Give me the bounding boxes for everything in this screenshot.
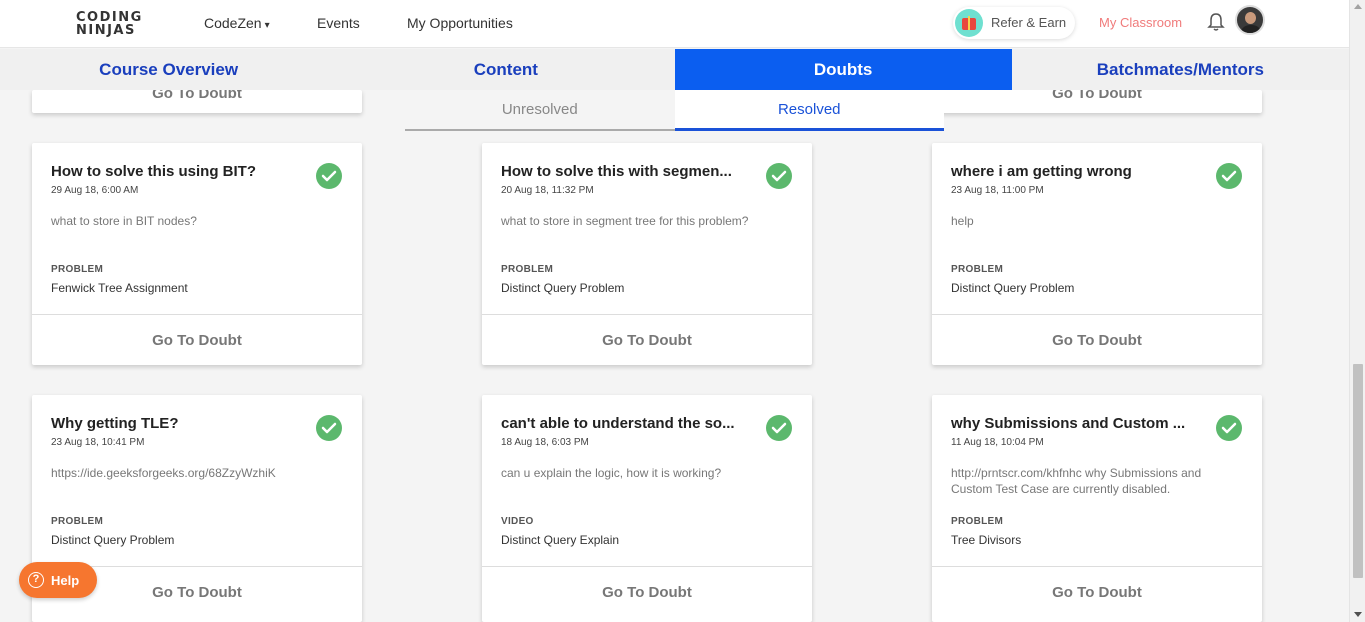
doubt-source-name[interactable]: Tree Divisors [951, 533, 1021, 547]
page-scrollbar[interactable] [1349, 0, 1365, 622]
tab-content[interactable]: Content [337, 49, 674, 90]
doubt-date: 29 Aug 18, 6:00 AM [51, 185, 139, 196]
doubt-date: 23 Aug 18, 10:41 PM [51, 437, 145, 448]
doubt-source-name[interactable]: Distinct Query Problem [51, 533, 174, 547]
resolved-check-icon [1216, 163, 1242, 189]
go-to-doubt-button[interactable]: Go To Doubt [932, 315, 1262, 365]
tab-doubts[interactable]: Doubts [674, 49, 1012, 90]
doubt-source-type: PROBLEM [951, 516, 1004, 527]
doubt-description: help [951, 214, 974, 228]
doubt-source-type: PROBLEM [51, 516, 104, 527]
doubt-source-name[interactable]: Fenwick Tree Assignment [51, 281, 188, 295]
doubt-card: where i am getting wrong 23 Aug 18, 11:0… [932, 143, 1262, 365]
doubt-title[interactable]: How to solve this using BIT? [51, 163, 313, 180]
doubt-description: what to store in BIT nodes? [51, 214, 197, 228]
doubt-title[interactable]: where i am getting wrong [951, 163, 1213, 180]
resolved-check-icon [1216, 415, 1242, 441]
go-to-doubt-button[interactable]: Go To Doubt [482, 315, 812, 365]
help-button[interactable]: ? Help [19, 562, 97, 598]
course-tabbar: Course Overview Content Doubts Batchmate… [0, 49, 1349, 90]
resolved-check-icon [766, 163, 792, 189]
top-navbar: CODING NINJAS CodeZen ▾ Events My Opportu… [0, 0, 1349, 48]
chevron-down-icon: ▾ [264, 20, 270, 31]
tab-batchmates-mentors[interactable]: Batchmates/Mentors [1012, 49, 1349, 90]
doubt-date: 11 Aug 18, 10:04 PM [951, 437, 1044, 448]
doubt-description[interactable]: http://prntscr.com/khfnhc why Submission… [951, 465, 1243, 497]
doubt-card-partial: Go To Doubt [32, 85, 362, 113]
refer-earn-button[interactable]: Refer & Earn [953, 7, 1075, 39]
doubt-source-name[interactable]: Distinct Query Explain [501, 533, 619, 547]
nav-events[interactable]: Events [317, 15, 360, 31]
doubt-source-name[interactable]: Distinct Query Problem [951, 281, 1074, 295]
nav-codezen-label: CodeZen [204, 15, 262, 31]
doubt-source-type: VIDEO [501, 516, 534, 527]
doubt-card: How to solve this using BIT? 29 Aug 18, … [32, 143, 362, 365]
doubt-title[interactable]: can't able to understand the so... [501, 415, 763, 432]
doubt-card: How to solve this with segmen... 20 Aug … [482, 143, 812, 365]
tab-course-overview[interactable]: Course Overview [0, 49, 337, 90]
doubt-description: what to store in segment tree for this p… [501, 214, 749, 228]
doubt-title[interactable]: why Submissions and Custom ... [951, 415, 1213, 432]
doubt-status-subtabs: Unresolved Resolved [405, 90, 944, 131]
doubt-source-type: PROBLEM [51, 264, 104, 275]
question-circle-icon: ? [28, 572, 44, 588]
refer-earn-label: Refer & Earn [991, 15, 1067, 30]
doubt-title[interactable]: Why getting TLE? [51, 415, 313, 432]
resolved-check-icon [766, 415, 792, 441]
subtab-unresolved[interactable]: Unresolved [405, 90, 675, 131]
gift-icon [955, 9, 983, 37]
my-classroom-link[interactable]: My Classroom [1099, 15, 1182, 30]
nav-my-opportunities[interactable]: My Opportunities [407, 15, 513, 31]
bell-icon[interactable] [1207, 12, 1225, 32]
logo-line-2: NINJAS [76, 23, 136, 38]
coding-ninjas-logo[interactable]: CODING NINJAS [76, 9, 148, 39]
nav-codezen-dropdown[interactable]: CodeZen ▾ [204, 15, 270, 31]
scroll-down-arrow-icon[interactable] [1354, 612, 1362, 617]
doubt-date: 20 Aug 18, 11:32 PM [501, 185, 594, 196]
doubt-description: can u explain the logic, how it is worki… [501, 466, 722, 480]
resolved-check-icon [316, 415, 342, 441]
go-to-doubt-button[interactable]: Go To Doubt [932, 567, 1262, 617]
help-label: Help [51, 573, 80, 588]
resolved-check-icon [316, 163, 342, 189]
doubt-date: 23 Aug 18, 11:00 PM [951, 185, 1044, 196]
subtab-resolved[interactable]: Resolved [674, 90, 944, 131]
doubt-source-name[interactable]: Distinct Query Problem [501, 281, 624, 295]
doubt-description[interactable]: https://ide.geeksforgeeks.org/68ZzyWzhiK [51, 465, 343, 481]
doubt-date: 18 Aug 18, 6:03 PM [501, 437, 589, 448]
scroll-up-arrow-icon[interactable] [1354, 4, 1362, 9]
doubt-title[interactable]: How to solve this with segmen... [501, 163, 763, 180]
doubt-card: why Submissions and Custom ... 11 Aug 18… [932, 395, 1262, 622]
doubt-source-type: PROBLEM [951, 264, 1004, 275]
scrollbar-thumb[interactable] [1353, 364, 1363, 578]
user-avatar[interactable] [1235, 5, 1265, 35]
doubt-card: can't able to understand the so... 18 Au… [482, 395, 812, 622]
doubt-card-partial: Go To Doubt [932, 85, 1262, 113]
doubt-source-type: PROBLEM [501, 264, 554, 275]
go-to-doubt-button[interactable]: Go To Doubt [32, 315, 362, 365]
go-to-doubt-button[interactable]: Go To Doubt [482, 567, 812, 617]
